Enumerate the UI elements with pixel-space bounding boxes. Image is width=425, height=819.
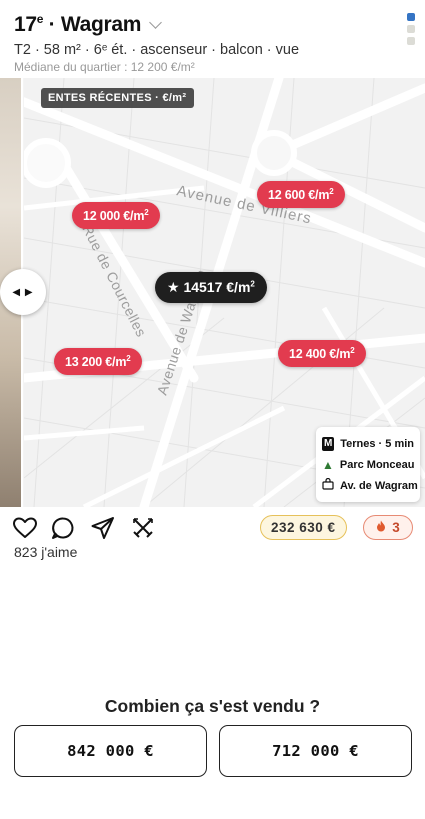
sale-pin-unit-exponent: 2 — [329, 187, 334, 196]
points-of-interest-legend: M Ternes · 5 min ▲ Parc Monceau Av. de W… — [316, 427, 420, 502]
sale-pin-unit-exponent: 2 — [126, 354, 131, 363]
neighborhood-name: · Wagram — [43, 13, 142, 36]
recent-sales-label: ENTES RÉCENTES · €/m² — [41, 88, 195, 108]
sale-pin-unit-exponent: 2 — [144, 208, 149, 217]
sale-pin[interactable]: 12 400 €/m2 — [278, 340, 366, 368]
sale-pin-value: 13 200 €/m — [65, 355, 127, 370]
shopping-bag-icon — [322, 477, 334, 493]
page-title: 17e · Wagram — [14, 12, 141, 37]
share-icon[interactable] — [90, 515, 116, 541]
subject-unit-exponent: 2 — [250, 279, 255, 289]
legend-shop: Av. de Wagram — [322, 475, 418, 496]
sale-pin[interactable]: 12 600 €/m2 — [257, 181, 345, 209]
sale-pin[interactable]: 12 000 €/m2 — [72, 202, 160, 230]
sale-pin-value: 12 600 €/m — [268, 188, 330, 203]
answer-option-1[interactable]: 842 000 € — [14, 725, 207, 777]
header: 17e · Wagram T2 · 58 m² · 6ᵉ ét. · ascen… — [0, 0, 425, 78]
neighborhood-median: Médiane du quartier : 12 200 €/m² — [14, 60, 195, 74]
page-dot-1[interactable] — [407, 13, 415, 21]
points-badge: 232 630 € — [260, 515, 347, 540]
page-dot-3[interactable] — [407, 37, 415, 45]
heart-icon[interactable] — [12, 515, 38, 541]
map[interactable]: Avenue de Villiers Rue de Courcelles Ave… — [9, 78, 425, 507]
legend-park: ▲ Parc Monceau — [322, 454, 414, 475]
star-icon: ★ — [167, 279, 180, 295]
streak-count: 3 — [392, 520, 400, 535]
subject-property-pin[interactable]: ★ 14517 €/m2 — [155, 272, 267, 303]
place-roundabout — [21, 138, 71, 188]
streak-badge: 3 — [363, 515, 413, 540]
chevron-down-icon[interactable] — [149, 16, 163, 29]
tree-icon: ▲ — [322, 457, 334, 472]
title-row[interactable]: 17e · Wagram — [14, 12, 411, 37]
comment-icon[interactable] — [50, 515, 76, 541]
likes-count: 823 j'aime — [14, 544, 78, 560]
page-indicator — [407, 13, 415, 45]
crossed-swords-icon[interactable] — [130, 515, 156, 541]
compare-slider-handle[interactable]: ◀ ▶ — [0, 269, 46, 315]
listing-details: T2 · 58 m² · 6ᵉ ét. · ascenseur · balcon… — [14, 42, 300, 58]
photo-map-compare[interactable]: Avenue de Villiers Rue de Courcelles Ave… — [0, 78, 425, 507]
answer-option-2[interactable]: 712 000 € — [219, 725, 412, 777]
legend-shop-label: Av. de Wagram — [340, 479, 418, 492]
place-wagram-roundabout — [251, 130, 297, 176]
arrondissement-number: 17 — [14, 13, 37, 36]
legend-metro: M Ternes · 5 min — [322, 433, 414, 454]
sale-pin-unit-exponent: 2 — [350, 346, 355, 355]
sale-pin-value: 12 000 €/m — [83, 209, 145, 224]
sale-pin[interactable]: 13 200 €/m2 — [54, 348, 142, 376]
metro-icon: M — [322, 436, 335, 451]
subject-price-per-m2: 14517 €/m — [183, 279, 251, 295]
legend-metro-label: Ternes · 5 min — [340, 437, 414, 450]
quiz-question: Combien ça s'est vendu ? — [104, 696, 321, 716]
flame-icon — [376, 520, 386, 535]
legend-park-label: Parc Monceau — [339, 458, 415, 471]
page-dot-2[interactable] — [407, 25, 415, 33]
sale-pin-value: 12 400 €/m — [289, 347, 351, 362]
